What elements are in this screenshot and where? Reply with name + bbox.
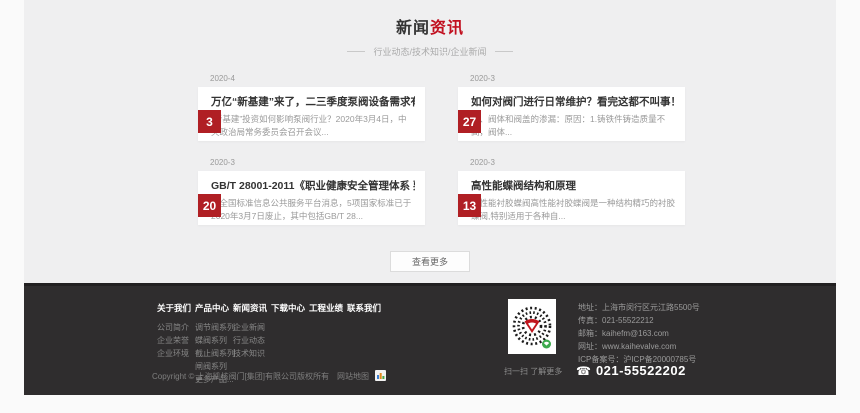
contact-website: 网址：www.kaihevalve.com	[578, 340, 700, 353]
contact-fax: 传真：021-55522212	[578, 314, 700, 327]
qr-code-image	[510, 302, 554, 352]
news-desc: 一、阀体和阀盖的渗漏：原因：1.铸铁件铸造质量不高，阀体...	[471, 113, 675, 139]
footer-link[interactable]: 调节阀系列	[195, 321, 233, 334]
phone-number: 021-55522202	[596, 363, 686, 378]
news-date: 2020-3	[470, 74, 685, 87]
footer-column-title[interactable]: 工程业绩	[309, 302, 347, 314]
news-date: 2020-4	[210, 74, 425, 87]
footer-link[interactable]: 企业环境	[157, 347, 195, 360]
subtitle-dash-right	[495, 51, 513, 52]
footer-link[interactable]: 公司简介	[157, 321, 195, 334]
news-item[interactable]: 2020-3 13 高性能蝶阀结构和原理 高性能衬胶蝶阀高性能衬胶蝶阀是一种结构…	[435, 158, 685, 225]
news-title[interactable]: 万亿“新基建”来了，二三季度泵阀设备需求有望迎来...	[211, 94, 415, 109]
section-title-red: 资讯	[430, 20, 464, 37]
news-desc: 高性能衬胶蝶阀高性能衬胶蝶阀是一种结构精巧的衬胶蝶阀,特别适用于各种自...	[471, 197, 675, 223]
copyright-text: Copyright © 上海凯核阀门[集团]有限公司版权所有	[152, 371, 329, 382]
contact-address: 地址：上海市闵行区元江路5500号	[578, 301, 700, 314]
news-date: 2020-3	[210, 158, 425, 171]
section-title: 新闻资讯	[24, 0, 836, 38]
subtitle-dash-left	[347, 51, 365, 52]
footer-link[interactable]: 企业荣誉	[157, 334, 195, 347]
site-stats-icon[interactable]	[375, 370, 386, 383]
footer-link[interactable]: 企业新闻	[233, 321, 271, 334]
news-item[interactable]: 2020-3 27 如何对阀门进行日常维护？看完这都不叫事！ 一、阀体和阀盖的渗…	[435, 74, 685, 141]
news-card[interactable]: 3 万亿“新基建”来了，二三季度泵阀设备需求有望迎来... “新基建”投资如何影…	[198, 87, 425, 141]
view-more-button[interactable]: 查看更多	[390, 251, 470, 272]
footer: 关于我们 公司简介企业荣誉企业环境 产品中心 调节阀系列蝶阀系列截止阀系列闸阀系…	[24, 283, 836, 395]
footer-link[interactable]: 技术知识	[233, 347, 271, 360]
section-subtitle: 行业动态/技术知识/企业新闻	[24, 45, 836, 58]
phone-row: ☎ 021-55522202	[576, 363, 686, 378]
copyright-row: Copyright © 上海凯核阀门[集团]有限公司版权所有 网站地图	[152, 370, 386, 383]
news-day-badge: 20	[198, 194, 221, 217]
qr-caption: 扫一扫 了解更多	[504, 366, 562, 377]
news-desc: “新基建”投资如何影响泵阀行业？2020年3月4日，中央政治局常务委员会召开会议…	[211, 113, 415, 139]
section-title-black: 新闻	[396, 20, 430, 37]
contact-info: 地址：上海市闵行区元江路5500号 传真：021-55522212 邮箱：kai…	[578, 301, 700, 366]
footer-column-title[interactable]: 新闻资讯	[233, 302, 271, 314]
footer-column-links: 企业新闻行业动态技术知识	[233, 321, 271, 360]
contact-email: 邮箱：kaihefm@163.com	[578, 327, 700, 340]
footer-link[interactable]: 截止阀系列	[195, 347, 233, 360]
news-day-badge: 27	[458, 110, 481, 133]
news-card[interactable]: 13 高性能蝶阀结构和原理 高性能衬胶蝶阀高性能衬胶蝶阀是一种结构精巧的衬胶蝶阀…	[458, 171, 685, 225]
footer-link[interactable]: 蝶阀系列	[195, 334, 233, 347]
footer-link[interactable]: 行业动态	[233, 334, 271, 347]
news-title[interactable]: GB/T 28001-2011《职业健康安全管理体系 要求》等...	[211, 178, 415, 193]
news-desc: 据全国标准信息公共服务平台消息，5项国家标准已于2020年3月7日废止，其中包括…	[211, 197, 415, 223]
footer-column-title[interactable]: 关于我们	[157, 302, 195, 314]
news-section: 新闻资讯 行业动态/技术知识/企业新闻 2020-4 3 万亿“新基建”来了，二…	[24, 0, 836, 283]
footer-column-title[interactable]: 产品中心	[195, 302, 233, 314]
subtitle-text: 行业动态/技术知识/企业新闻	[373, 45, 486, 58]
news-date: 2020-3	[470, 158, 685, 171]
news-card[interactable]: 27 如何对阀门进行日常维护？看完这都不叫事！ 一、阀体和阀盖的渗漏：原因：1.…	[458, 87, 685, 141]
page-content: 新闻资讯 行业动态/技术知识/企业新闻 2020-4 3 万亿“新基建”来了，二…	[24, 0, 836, 395]
news-card[interactable]: 20 GB/T 28001-2011《职业健康安全管理体系 要求》等... 据全…	[198, 171, 425, 225]
news-item[interactable]: 2020-4 3 万亿“新基建”来了，二三季度泵阀设备需求有望迎来... “新基…	[175, 74, 425, 141]
sitemap-link[interactable]: 网站地图	[337, 371, 369, 382]
footer-column-title[interactable]: 联系我们	[347, 302, 385, 314]
phone-icon: ☎	[576, 364, 591, 378]
news-title[interactable]: 如何对阀门进行日常维护？看完这都不叫事！	[471, 94, 675, 109]
news-grid: 2020-4 3 万亿“新基建”来了，二三季度泵阀设备需求有望迎来... “新基…	[175, 74, 685, 225]
footer-column-links: 公司简介企业荣誉企业环境	[157, 321, 195, 360]
news-day-badge: 13	[458, 194, 481, 217]
news-title[interactable]: 高性能蝶阀结构和原理	[471, 178, 675, 193]
footer-column-title[interactable]: 下载中心	[271, 302, 309, 314]
news-day-badge: 3	[198, 110, 221, 133]
qr-code	[508, 299, 556, 354]
news-item[interactable]: 2020-3 20 GB/T 28001-2011《职业健康安全管理体系 要求》…	[175, 158, 425, 225]
